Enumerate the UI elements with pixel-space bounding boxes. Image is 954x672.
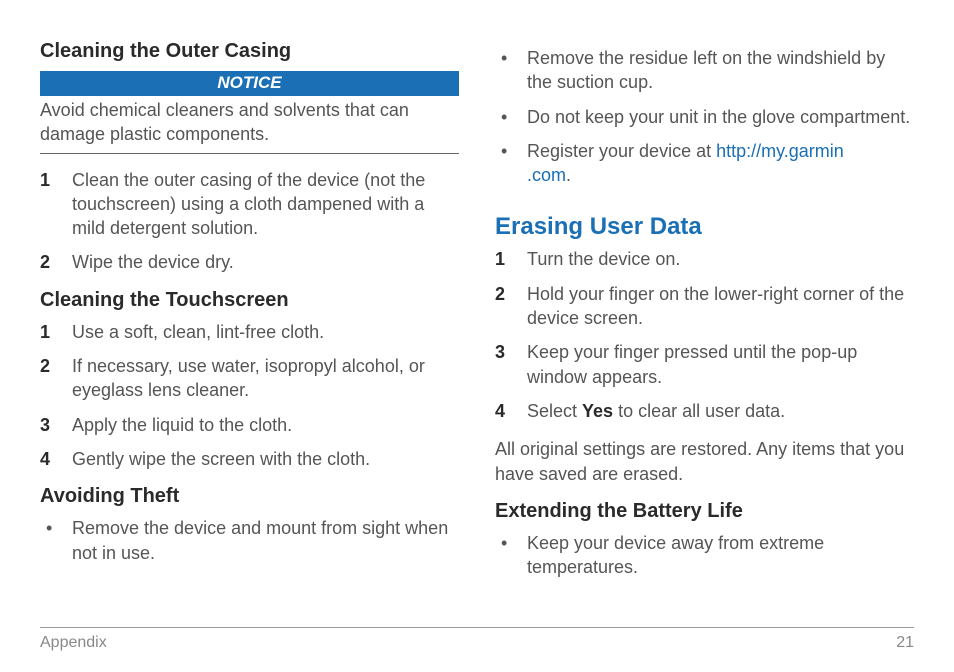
step-item: Hold your finger on the lower-right corn… [495,282,914,331]
footer-section-label: Appendix [40,634,107,652]
step-item: Apply the liquid to the cloth. [40,413,459,437]
step-item: Use a soft, clean, lint-free cloth. [40,320,459,344]
step-item: Wipe the device dry. [40,250,459,274]
theft-bullets-continued: Remove the residue left on the windshiel… [495,46,914,187]
theft-bullets: Remove the device and mount from sight w… [40,516,459,565]
erase-result-text: All original settings are restored. Any … [495,437,914,486]
step-item: Gently wipe the screen with the cloth. [40,447,459,471]
step-item: Turn the device on. [495,247,914,271]
bullet-item: Do not keep your unit in the glove compa… [495,105,914,129]
link-part-1: http://my.garmin [716,141,844,161]
heading-touchscreen: Cleaning the Touchscreen [40,289,459,312]
bullet-item-register: Register your device at http://my.garmin… [495,139,914,188]
right-column: Remove the residue left on the windshiel… [495,40,914,630]
notice-banner: NOTICE [40,71,459,96]
battery-bullets: Keep your device away from extreme tempe… [495,531,914,580]
register-text-post: . [566,165,571,185]
outer-casing-steps: Clean the outer casing of the device (no… [40,168,459,275]
bullet-item: Remove the residue left on the windshiel… [495,46,914,95]
step-item: Clean the outer casing of the device (no… [40,168,459,241]
erase-steps: Turn the device on. Hold your finger on … [495,247,914,423]
heading-theft: Avoiding Theft [40,485,459,508]
manual-page: Cleaning the Outer Casing NOTICE Avoid c… [0,0,954,672]
link-part-2: .com [527,165,566,185]
step-item: If necessary, use water, isopropyl alcoh… [40,354,459,403]
page-footer: Appendix 21 [40,627,914,652]
touchscreen-steps: Use a soft, clean, lint-free cloth. If n… [40,320,459,471]
heading-outer-casing: Cleaning the Outer Casing [40,40,459,63]
step-item: Keep your finger pressed until the pop-u… [495,340,914,389]
footer-page-number: 21 [896,634,914,652]
two-column-layout: Cleaning the Outer Casing NOTICE Avoid c… [40,40,914,630]
register-text-pre: Register your device at [527,141,716,161]
step4-post: to clear all user data. [613,401,785,421]
heading-erase-user-data: Erasing User Data [495,213,914,241]
step4-yes: Yes [582,401,613,421]
notice-body: Avoid chemical cleaners and solvents tha… [40,96,459,154]
step-item: Select Yes to clear all user data. [495,399,914,423]
bullet-item: Keep your device away from extreme tempe… [495,531,914,580]
left-column: Cleaning the Outer Casing NOTICE Avoid c… [40,40,459,630]
bullet-item: Remove the device and mount from sight w… [40,516,459,565]
heading-battery-life: Extending the Battery Life [495,500,914,523]
step4-pre: Select [527,401,582,421]
